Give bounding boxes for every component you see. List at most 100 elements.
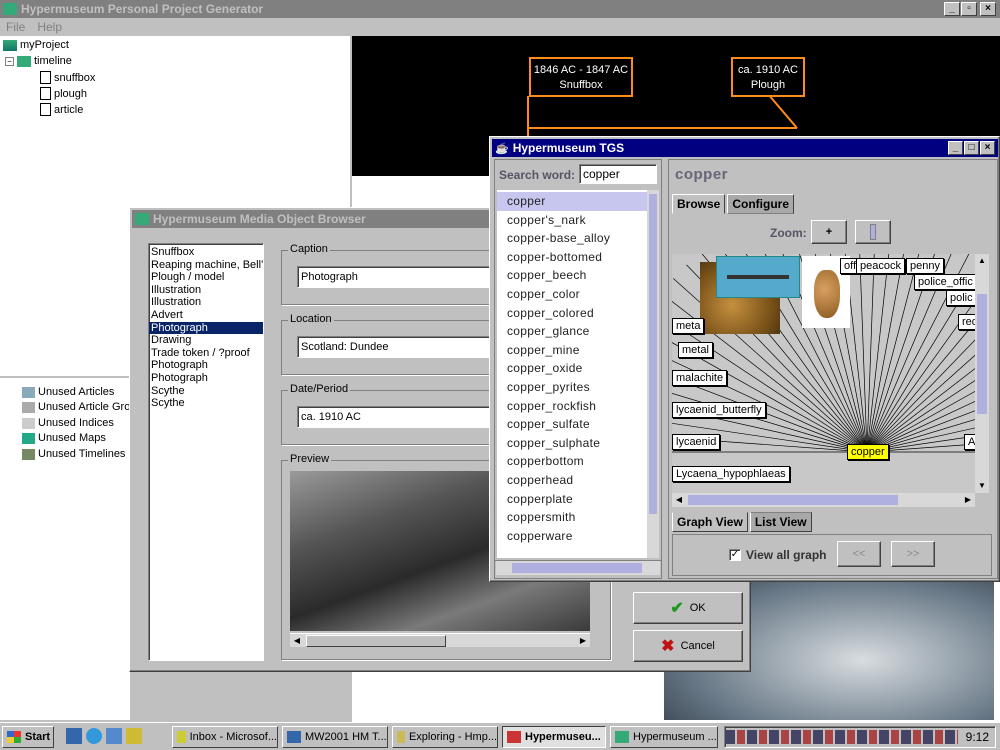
cancel-button[interactable]: ✖ Cancel <box>633 630 743 662</box>
word-list-item[interactable]: copper-bottomed <box>497 248 647 267</box>
graph-node[interactable]: lycaenid <box>672 434 721 450</box>
search-input[interactable]: copper <box>579 164 657 184</box>
ie-icon[interactable] <box>86 728 102 744</box>
graph-node[interactable]: lycaenid_butterfly <box>672 402 766 418</box>
media-list-item[interactable]: Illustration <box>149 296 263 309</box>
graph-hscrollbar[interactable]: ◀ ▶ <box>672 493 975 507</box>
word-list-item[interactable]: copper_color <box>497 285 647 304</box>
unused-articles[interactable]: Unused Articles <box>22 386 114 398</box>
tab-configure[interactable]: Configure <box>727 194 795 214</box>
word-list-item[interactable]: copper's_nark <box>497 211 647 230</box>
menu-file[interactable]: File <box>6 20 25 34</box>
graph-node[interactable]: police_offic <box>914 274 975 290</box>
tab-list-view[interactable]: List View <box>749 512 812 532</box>
task-word[interactable]: MW2001 HM T... <box>282 726 388 748</box>
tree-item-plough[interactable]: plough <box>40 87 87 100</box>
ok-button[interactable]: ✔ OK <box>633 592 743 624</box>
tgs-close-button[interactable]: × <box>980 141 995 155</box>
scroll-thumb[interactable] <box>649 194 657 514</box>
restore-button[interactable]: ▫ <box>961 2 977 16</box>
word-list-item[interactable]: copper <box>497 192 647 211</box>
task-tgs[interactable]: Hypermuseu... <box>502 726 606 748</box>
task-inbox[interactable]: Inbox - Microsof... <box>172 726 278 748</box>
word-list-item[interactable]: copperplate <box>497 490 647 509</box>
word-list-hscrollbar[interactable] <box>496 561 660 575</box>
graph-node[interactable]: red <box>958 314 975 330</box>
media-list-item[interactable]: Scythe <box>149 385 263 398</box>
tgs-maximize-button[interactable]: □ <box>964 141 979 155</box>
word-list-item[interactable]: copperbottom <box>497 452 647 471</box>
media-list-item[interactable]: Photograph <box>149 321 263 335</box>
word-list-scrollbar[interactable] <box>647 190 659 558</box>
word-list-item[interactable]: copper_beech <box>497 266 647 285</box>
graph-node[interactable]: Ar <box>964 434 975 450</box>
media-list-item[interactable]: Reaping machine, Bell's <box>149 259 263 272</box>
word-list-item[interactable]: copper_pyrites <box>497 378 647 397</box>
scroll-right-icon[interactable]: ▶ <box>961 493 975 507</box>
scroll-thumb[interactable] <box>512 563 642 573</box>
graph-node[interactable]: metal <box>678 342 713 358</box>
word-list-item[interactable]: copper-base_alloy <box>497 229 647 248</box>
prev-button[interactable]: << <box>837 541 881 567</box>
scroll-up-icon[interactable]: ▲ <box>975 254 989 268</box>
unused-indices[interactable]: Unused Indices <box>22 417 114 429</box>
timeline-box-plough[interactable]: ca. 1910 AC Plough <box>731 57 805 97</box>
graph-canvas[interactable]: off peacock penny police_offic polic red meta m… <box>672 254 975 493</box>
start-button[interactable]: Start <box>2 726 54 748</box>
menu-help[interactable]: Help <box>37 20 62 34</box>
word-list[interactable]: copper copper's_nark copper-base_alloy copp… <box>497 190 647 558</box>
scroll-right-icon[interactable]: ▶ <box>576 634 590 648</box>
graph-node[interactable]: peacock <box>856 258 905 274</box>
word-list-item[interactable]: coppersmith <box>497 508 647 527</box>
graph-center-node[interactable]: copper <box>847 444 889 460</box>
graph-node[interactable]: meta <box>672 318 705 334</box>
unused-article-groups[interactable]: Unused Article Gro <box>22 401 130 413</box>
next-button[interactable]: >> <box>891 541 935 567</box>
graph-node[interactable]: penny <box>906 258 944 274</box>
tree-timeline[interactable]: − timeline <box>5 55 72 67</box>
scroll-thumb[interactable] <box>306 635 446 647</box>
close-button[interactable]: × <box>980 2 996 16</box>
tree-item-article[interactable]: article <box>40 103 83 116</box>
desktop-icon[interactable] <box>66 728 82 744</box>
graph-node[interactable]: Lycaena_hypophlaeas <box>672 466 790 482</box>
task-hypermuseum[interactable]: Hypermuseum ... <box>610 726 718 748</box>
word-list-item[interactable]: copperhead <box>497 471 647 490</box>
minimize-button[interactable]: _ <box>944 2 960 16</box>
unused-maps[interactable]: Unused Maps <box>22 432 106 444</box>
media-list-item[interactable]: Scythe <box>149 397 263 410</box>
tab-graph-view[interactable]: Graph View <box>672 512 748 532</box>
media-list-item[interactable]: Photograph <box>149 372 263 385</box>
timeline-box-snuffbox[interactable]: 1846 AC - 1847 AC Snuffbox <box>529 57 633 97</box>
view-all-checkbox[interactable]: ✓ <box>729 549 741 561</box>
media-list-item[interactable]: Plough / model <box>149 271 263 284</box>
word-list-item[interactable]: copper_rockfish <box>497 397 647 416</box>
word-list-item[interactable]: copperware <box>497 527 647 546</box>
media-list-item[interactable]: Advert <box>149 309 263 322</box>
graph-node[interactable]: polic <box>946 290 975 306</box>
tree-root[interactable]: myProject <box>3 39 69 51</box>
word-list-item[interactable]: copper_oxide <box>497 359 647 378</box>
graph-vscrollbar[interactable]: ▲ ▼ <box>975 254 989 493</box>
media-list-item[interactable]: Drawing <box>149 334 263 347</box>
media-list-item[interactable]: Snuffbox <box>149 246 263 259</box>
media-list-item[interactable]: Photograph <box>149 359 263 372</box>
word-list-item[interactable]: copper_sulphate <box>497 434 647 453</box>
preview-hscrollbar[interactable]: ◀ ▶ <box>290 633 590 647</box>
word-list-item[interactable]: copper_sulfate <box>497 415 647 434</box>
scroll-down-icon[interactable]: ▼ <box>975 479 989 493</box>
outlook-icon[interactable] <box>106 728 122 744</box>
tab-browse[interactable]: Browse <box>672 194 726 214</box>
zoom-slider-button[interactable] <box>855 220 891 244</box>
graph-node[interactable]: malachite <box>672 370 728 386</box>
scroll-thumb[interactable] <box>977 294 987 414</box>
tray-icons[interactable] <box>725 730 958 744</box>
word-list-item[interactable]: copper_colored <box>497 304 647 323</box>
tree-item-snuffbox[interactable]: snuffbox <box>40 71 95 84</box>
scroll-left-icon[interactable]: ◀ <box>672 493 686 507</box>
zoom-in-button[interactable]: + <box>811 220 847 244</box>
media-list-item[interactable]: Illustration <box>149 284 263 297</box>
word-list-item[interactable]: copper_glance <box>497 322 647 341</box>
tgs-minimize-button[interactable]: _ <box>948 141 963 155</box>
channel-icon[interactable] <box>126 728 142 744</box>
